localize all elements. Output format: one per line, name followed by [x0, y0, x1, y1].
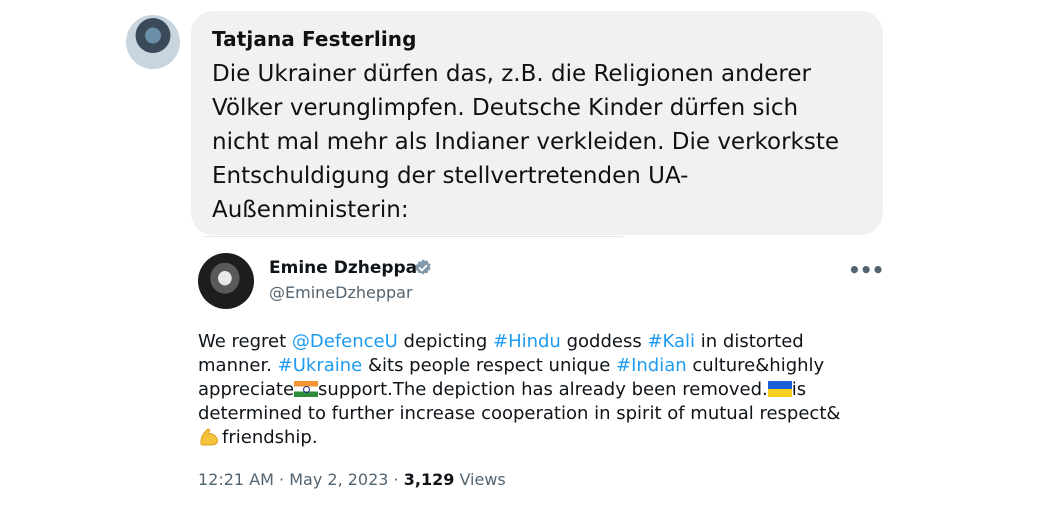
- bubble-divider: [203, 236, 623, 237]
- india-flag-icon: [294, 381, 319, 397]
- tweet-text: friendship.: [222, 427, 318, 448]
- tweet-handle[interactable]: @EmineDzheppar: [269, 283, 413, 302]
- tweet-body-text: We regret @DefenceU depicting #Hindu god…: [198, 330, 868, 450]
- flexed-biceps-icon: [200, 428, 218, 446]
- reply-message-bubble: Tatjana Festerling Die Ukrainer dürfen d…: [191, 11, 883, 235]
- tweet-text: goddess: [560, 331, 648, 352]
- tweet-text: We regret: [198, 331, 292, 352]
- tweet-author-avatar[interactable]: [198, 253, 254, 309]
- tweet-display-name[interactable]: Emine Dzheppar: [269, 258, 426, 278]
- verified-badge-icon: [415, 259, 431, 275]
- views-count[interactable]: 3,129: [404, 470, 455, 489]
- mention-link[interactable]: @DefenceU: [292, 331, 398, 352]
- hashtag-link[interactable]: #Ukraine: [278, 355, 363, 376]
- tweet-meta: 12:21 AM · May 2, 2023 · 3,129 Views: [198, 470, 506, 489]
- hashtag-link[interactable]: #Indian: [616, 355, 687, 376]
- reply-message-text: Die Ukrainer dürfen das, z.B. die Religi…: [212, 61, 840, 223]
- hashtag-link[interactable]: #Kali: [647, 331, 695, 352]
- meta-separator: ·: [393, 470, 399, 489]
- tweet-text: &its people respect unique: [362, 355, 616, 376]
- quoted-tweet[interactable]: Emine Dzheppar @EmineDzheppar ••• We reg…: [198, 250, 884, 500]
- hashtag-link[interactable]: #Hindu: [493, 331, 561, 352]
- more-options-icon[interactable]: •••: [848, 260, 884, 280]
- ukraine-flag-icon: [767, 381, 792, 397]
- meta-separator: ·: [279, 470, 285, 489]
- tweet-text: depicting: [397, 331, 493, 352]
- tweet-date[interactable]: May 2, 2023: [289, 470, 388, 489]
- tweet-text: support.The depiction has already been r…: [318, 379, 768, 400]
- tweet-time[interactable]: 12:21 AM: [198, 470, 274, 489]
- views-label: Views: [459, 470, 506, 489]
- reply-author-name[interactable]: Tatjana Festerling: [212, 27, 417, 51]
- reply-author-avatar[interactable]: [126, 15, 180, 69]
